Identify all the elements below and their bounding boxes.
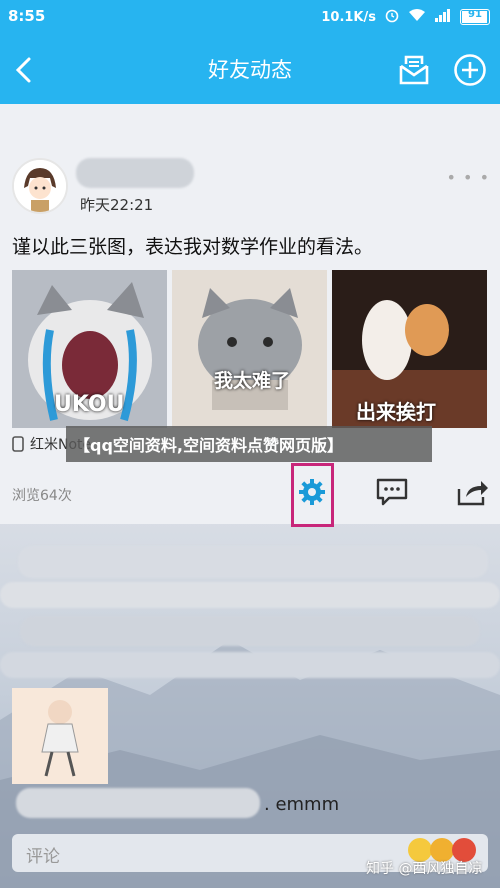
post-image-3[interactable]: 出来挨打 xyxy=(332,270,487,428)
blurred-comment-text xyxy=(16,788,260,818)
message-box-button[interactable] xyxy=(396,52,432,88)
more-options-icon[interactable]: • • • xyxy=(447,168,490,187)
anime-girl-image xyxy=(12,688,108,784)
comment-text: . emmm xyxy=(264,794,340,815)
signal-icon xyxy=(434,8,452,26)
image-3-caption: 出来挨打 xyxy=(356,400,436,424)
comment-placeholder: 评论 xyxy=(26,847,60,867)
post-time: 昨天22:21 xyxy=(80,196,154,214)
share-button[interactable] xyxy=(452,472,492,512)
comment-image[interactable] xyxy=(12,688,108,784)
comment-button[interactable] xyxy=(372,472,412,512)
username-blurred xyxy=(76,158,194,188)
share-icon xyxy=(457,481,488,506)
overlay-title-banner: 【qq空间资料,空间资料点赞网页版】 xyxy=(66,426,432,462)
blurred-like-bar xyxy=(0,582,500,608)
post-text: 谨以此三张图，表达我对数学作业的看法。 xyxy=(12,236,374,258)
sad-cat-image xyxy=(172,270,327,428)
blurred-like-bar xyxy=(18,546,488,578)
settings-highlight-box xyxy=(291,463,334,527)
status-right-group: 10.1K/s 91 xyxy=(321,7,490,27)
blurred-comment-bar xyxy=(20,616,480,646)
network-speed: 10.1K/s xyxy=(321,9,376,25)
battery-level: 91 xyxy=(468,9,482,20)
image-1-caption: UKOU xyxy=(54,392,125,417)
plus-circle-icon xyxy=(454,54,486,86)
title-bar: 好友动态 xyxy=(0,34,500,104)
post-image-1[interactable]: UKOU xyxy=(12,270,167,428)
battery-icon: 91 xyxy=(460,9,490,25)
view-count: 浏览64次 xyxy=(12,488,72,504)
watermark: 知乎 @西风独自凉 xyxy=(366,861,483,877)
inbox-icon xyxy=(399,55,429,85)
wifi-icon xyxy=(408,8,426,26)
post-image-2[interactable]: 我太难了 xyxy=(172,270,327,428)
image-2-caption: 我太难了 xyxy=(214,370,291,392)
status-bar: 8:55 10.1K/s 91 xyxy=(0,0,500,34)
add-button[interactable] xyxy=(452,52,488,88)
avatar[interactable] xyxy=(12,158,68,214)
anime-avatar-icon xyxy=(14,160,66,212)
status-time: 8:55 xyxy=(8,7,46,25)
blurred-comment-bar xyxy=(0,652,500,678)
phone-icon xyxy=(12,436,24,452)
comment-bubble-icon xyxy=(376,478,408,506)
alarm-icon xyxy=(384,7,400,27)
